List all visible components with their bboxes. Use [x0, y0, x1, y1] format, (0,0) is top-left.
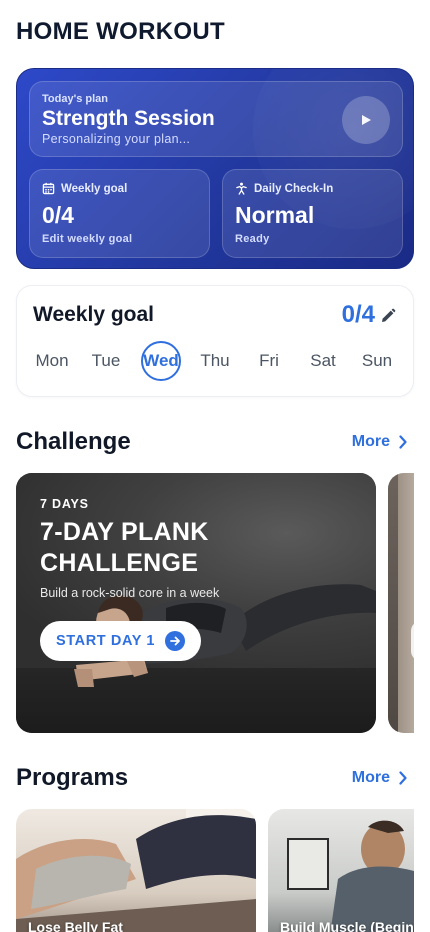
start-day-label: START DAY 1 [56, 633, 155, 649]
arrow-right-icon [165, 631, 185, 651]
peek-card-button [411, 621, 414, 661]
edit-pencil-icon[interactable] [379, 307, 397, 325]
more-label: More [351, 433, 390, 450]
program-card-build-muscle[interactable]: Build Muscle (Beginner) [268, 809, 414, 932]
day-wed[interactable]: Wed [141, 341, 181, 381]
day-sun[interactable]: Sun [357, 341, 397, 381]
plank-challenge-card[interactable]: 7 DAYS 7-DAY PLANK CHALLENGE Build a roc… [16, 473, 376, 733]
today-plan-card[interactable]: Today's plan Strength Session Personaliz… [29, 81, 403, 157]
weekly-goal-label: Weekly goal [61, 182, 128, 195]
play-button[interactable] [342, 96, 390, 144]
weekly-goal-progress: 0/4 [341, 301, 375, 328]
daily-checkin-value: Normal [235, 202, 315, 228]
more-label: More [351, 769, 390, 786]
plank-figure-image [74, 584, 376, 687]
programs-section-title: Programs [16, 764, 129, 791]
program-image [16, 809, 256, 932]
day-thu[interactable]: Thu [195, 341, 235, 381]
weekly-goal-title: Weekly goal [33, 303, 154, 326]
weekly-goal-tile[interactable]: Weekly goal 0/4 Edit weekly goal [29, 169, 210, 258]
program-label: Build Muscle (Beginner) [280, 919, 414, 932]
day-sat[interactable]: Sat [303, 341, 343, 381]
app-title: HOME WORKOUT [16, 18, 225, 45]
day-fri[interactable]: Fri [249, 341, 289, 381]
start-day-button[interactable]: START DAY 1 [40, 621, 201, 661]
plan-title: Strength Session [42, 107, 215, 130]
weekly-goal-value: 0/4 [42, 202, 74, 228]
weekly-goal-card: Weekly goal 0/4 Mon Tue Wed Thu Fri Sat … [16, 285, 414, 397]
edit-weekly-goal-link[interactable]: Edit weekly goal [42, 233, 132, 245]
chevron-right-icon [399, 435, 407, 449]
play-icon [362, 115, 371, 125]
challenge-subtitle: Build a rock-solid core in a week [40, 586, 220, 600]
challenge-duration: 7 DAYS [40, 497, 89, 511]
programs-more-link[interactable]: More [352, 769, 408, 787]
next-challenge-card-peek[interactable] [388, 473, 414, 733]
challenge-title: 7-DAY PLANK CHALLENGE [40, 518, 209, 577]
challenge-section-title: Challenge [16, 428, 131, 455]
day-tue[interactable]: Tue [86, 341, 126, 381]
daily-checkin-label: Daily Check-In [254, 182, 334, 195]
peek-image-strip [388, 473, 398, 733]
plan-kicker: Today's plan [42, 93, 108, 105]
program-label: Lose Belly Fat [28, 919, 123, 932]
program-image [287, 820, 414, 932]
program-card-lose-belly-fat[interactable]: Lose Belly Fat [16, 809, 256, 932]
plan-status: Personalizing your plan... [42, 132, 191, 146]
daily-checkin-status: Ready [235, 233, 270, 245]
day-selector: Mon Tue Wed Thu Fri Sat Sun [17, 341, 413, 383]
chevron-right-icon [399, 771, 407, 785]
challenge-more-link[interactable]: More [352, 433, 408, 451]
daily-checkin-tile[interactable]: Daily Check-In Normal Ready [222, 169, 403, 258]
day-mon[interactable]: Mon [32, 341, 72, 381]
calendar-icon [42, 182, 55, 195]
today-plan-hero: Today's plan Strength Session Personaliz… [16, 68, 414, 269]
figure-icon [235, 182, 248, 195]
